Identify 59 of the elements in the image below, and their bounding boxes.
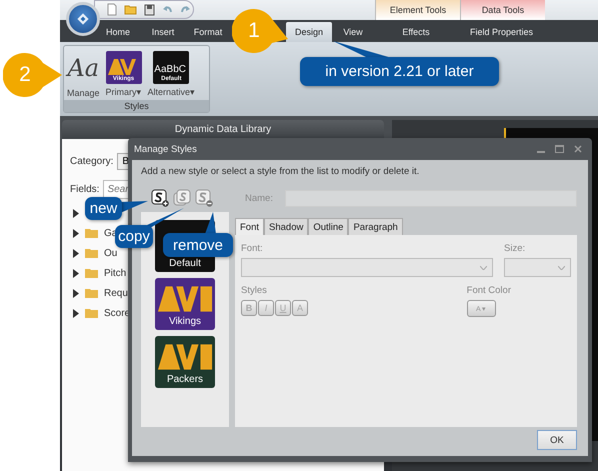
- font-style-icon[interactable]: Aa: [67, 51, 100, 85]
- instruction-text: Add a new style or select a style from the list to modify or delete it.: [141, 166, 420, 177]
- ribbon-tab[interactable]: Insert: [138, 22, 188, 42]
- folder-icon[interactable]: [124, 4, 137, 15]
- maximize-icon[interactable]: [555, 145, 564, 153]
- expand-arrow-icon[interactable]: [73, 208, 79, 218]
- close-icon[interactable]: [574, 145, 582, 153]
- ribbon-tab[interactable]: Home: [98, 22, 138, 42]
- tree-item[interactable]: Ou: [104, 248, 118, 258]
- contextual-tab-header: Element Tools: [375, 0, 460, 20]
- expand-arrow-icon[interactable]: [73, 288, 79, 298]
- tree-item[interactable]: Requ: [104, 288, 128, 298]
- style-tile[interactable]: Packers: [155, 336, 215, 388]
- dialog-tab[interactable]: Paragraph: [348, 218, 403, 235]
- field-label: Size:: [504, 243, 526, 254]
- field-label: Category:: [70, 156, 114, 166]
- ribbon-tab[interactable]: Format: [188, 22, 228, 42]
- chevron-down-icon: [480, 266, 487, 270]
- ribbon-tab[interactable]: Effects: [375, 22, 457, 42]
- chevron-down-icon: [558, 266, 565, 270]
- field-label: Fields:: [70, 184, 100, 194]
- panel-title: Dynamic Data Library: [62, 120, 384, 139]
- step-badge: 2: [3, 53, 62, 97]
- field-label: Styles: [241, 285, 268, 296]
- callout-note: remove: [163, 233, 233, 257]
- expand-arrow-icon[interactable]: [73, 308, 79, 318]
- tree-item[interactable]: Pitch: [104, 268, 126, 278]
- dialog-tab[interactable]: Outline: [308, 218, 348, 235]
- expand-arrow-icon[interactable]: [73, 268, 79, 278]
- font-dropdown[interactable]: [241, 258, 493, 277]
- contextual-tab-header: Data Tools: [460, 0, 545, 20]
- field-label: Name:: [245, 192, 274, 204]
- expand-arrow-icon[interactable]: [73, 228, 79, 238]
- size-dropdown[interactable]: [504, 258, 571, 277]
- style-tile[interactable]: Vikings: [155, 278, 215, 330]
- new-style-icon[interactable]: [151, 189, 169, 207]
- expand-arrow-icon[interactable]: [73, 248, 79, 258]
- field-label: Font:: [241, 243, 264, 254]
- undo-icon[interactable]: [162, 4, 173, 14]
- diamond-icon: [75, 11, 91, 27]
- ribbon-button-label[interactable]: Manage: [67, 88, 100, 98]
- ribbon-tab[interactable]: Field Properties: [459, 22, 544, 42]
- dialog-tab[interactable]: Font: [235, 218, 264, 235]
- save-icon[interactable]: [144, 4, 155, 16]
- callout-note: copy: [115, 225, 153, 248]
- group-label: Styles: [64, 100, 209, 112]
- new-file-icon[interactable]: [107, 3, 117, 16]
- leader-line: [205, 212, 216, 234]
- step-badge: 1: [232, 9, 288, 53]
- ok-button[interactable]: OK: [537, 430, 577, 450]
- ribbon-button-label[interactable]: Primary▾: [106, 87, 142, 97]
- dialog-tab[interactable]: Shadow: [264, 218, 308, 235]
- redo-icon[interactable]: [180, 4, 191, 14]
- dialog-title: Manage Styles: [133, 144, 197, 154]
- field-label: Font Color: [466, 285, 511, 296]
- ribbon-tab[interactable]: View: [332, 22, 374, 42]
- ribbon-button-label[interactable]: Alternative▾: [148, 87, 196, 97]
- ribbon-tab[interactable]: Design: [286, 22, 332, 42]
- remove-style-icon[interactable]: [195, 189, 213, 207]
